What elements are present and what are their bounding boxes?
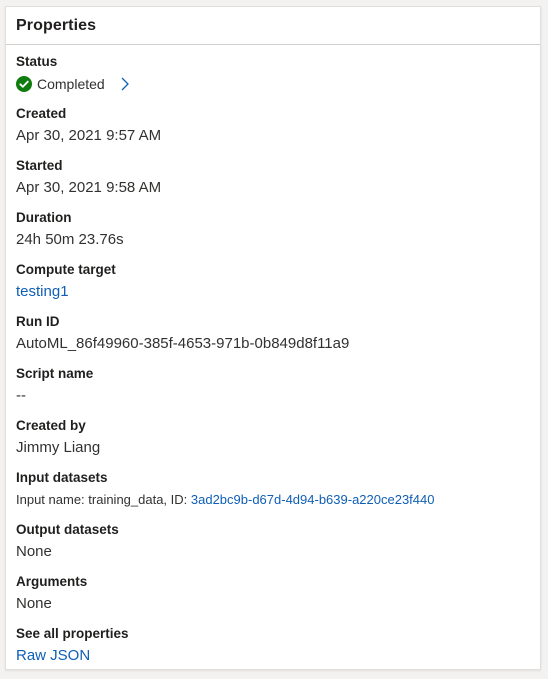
status-row: Completed — [16, 73, 530, 95]
chevron-right-icon[interactable] — [119, 76, 131, 92]
script-name-value: -- — [16, 387, 26, 404]
panel-title: Properties — [16, 16, 97, 34]
input-datasets-label: Input datasets — [16, 470, 108, 485]
input-datasets-value: Input name: training_data, ID: 3ad2bc9b-… — [16, 489, 530, 511]
output-datasets-label: Output datasets — [16, 522, 119, 537]
check-circle-icon — [16, 76, 32, 92]
started-value: Apr 30, 2021 9:58 AM — [16, 179, 162, 196]
raw-json-link[interactable]: Raw JSON — [16, 647, 90, 664]
arguments-value: None — [16, 595, 52, 612]
input-dataset-prefix: Input name: training_data, ID: — [16, 492, 191, 507]
property-arguments: Arguments None — [16, 573, 530, 625]
property-compute-target: Compute target testing1 — [16, 261, 530, 313]
created-value: Apr 30, 2021 9:57 AM — [16, 127, 162, 144]
created-by-label: Created by — [16, 418, 86, 433]
property-script-name: Script name -- — [16, 365, 530, 417]
status-value: Completed — [37, 76, 105, 92]
see-all-label: See all properties — [16, 626, 129, 641]
properties-list: Status Completed Created Apr 30, 2021 9:… — [6, 45, 540, 677]
script-name-label: Script name — [16, 366, 94, 381]
input-dataset-id-link[interactable]: 3ad2bc9b-d67d-4d94-b639-a220ce23f440 — [191, 492, 435, 507]
property-output-datasets: Output datasets None — [16, 521, 530, 573]
property-duration: Duration 24h 50m 23.76s — [16, 209, 530, 261]
compute-target-link[interactable]: testing1 — [16, 283, 69, 300]
arguments-label: Arguments — [16, 574, 88, 589]
property-run-id: Run ID AutoML_86f49960-385f-4653-971b-0b… — [16, 313, 530, 365]
property-created: Created Apr 30, 2021 9:57 AM — [16, 105, 530, 157]
status-label: Status — [16, 54, 58, 69]
compute-target-value: testing1 — [16, 281, 530, 303]
property-input-datasets: Input datasets Input name: training_data… — [16, 469, 530, 521]
properties-panel: Properties Status Completed Created Apr … — [5, 6, 541, 670]
started-label: Started — [16, 158, 63, 173]
duration-label: Duration — [16, 210, 72, 225]
run-id-label: Run ID — [16, 314, 60, 329]
property-created-by: Created by Jimmy Liang — [16, 417, 530, 469]
property-see-all: See all properties Raw JSON — [16, 625, 530, 677]
panel-header: Properties — [6, 7, 540, 45]
see-all-value: Raw JSON — [16, 645, 530, 667]
created-label: Created — [16, 106, 67, 121]
duration-value: 24h 50m 23.76s — [16, 231, 124, 248]
property-started: Started Apr 30, 2021 9:58 AM — [16, 157, 530, 209]
created-by-value: Jimmy Liang — [16, 439, 101, 456]
compute-target-label: Compute target — [16, 262, 116, 277]
run-id-value: AutoML_86f49960-385f-4653-971b-0b849d8f1… — [16, 335, 350, 352]
property-status: Status Completed — [16, 53, 530, 105]
output-datasets-value: None — [16, 543, 52, 560]
